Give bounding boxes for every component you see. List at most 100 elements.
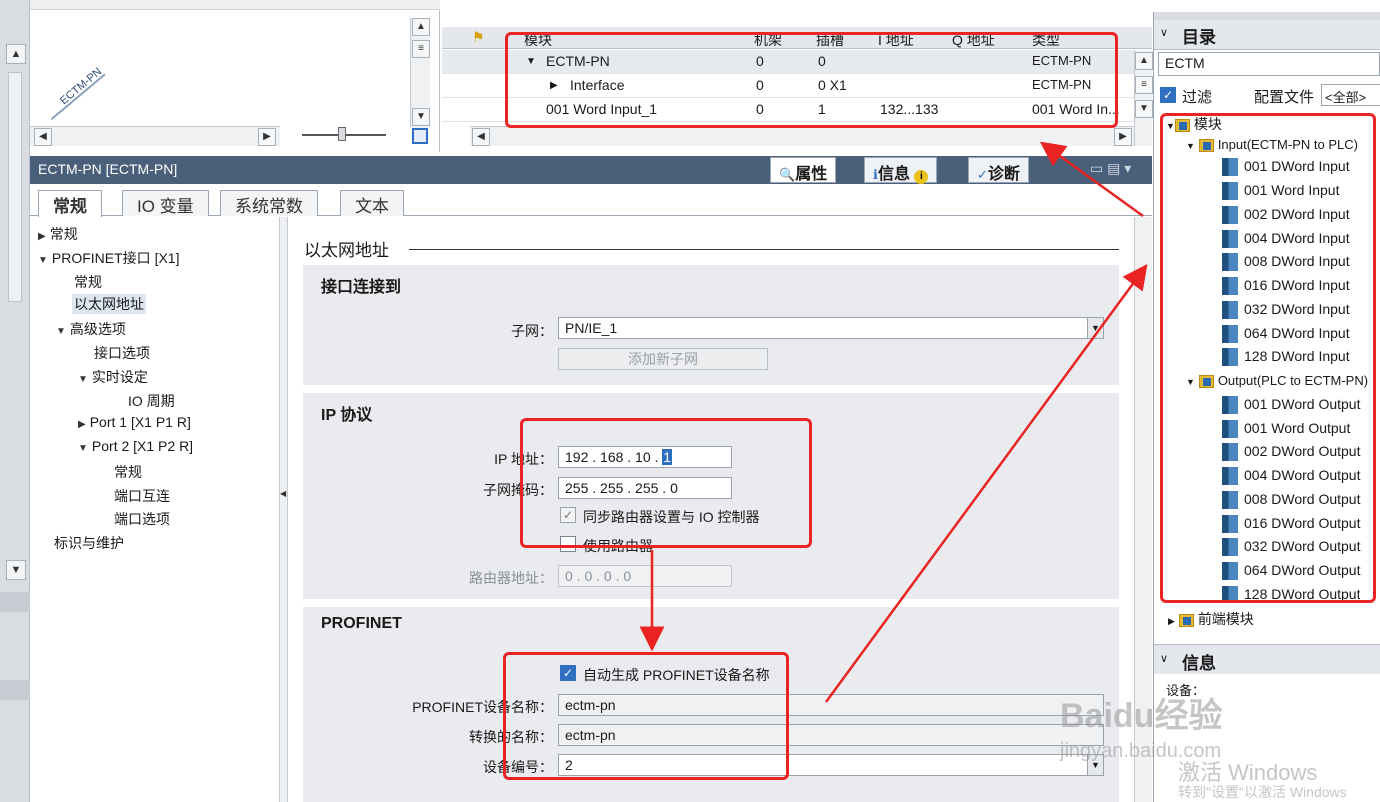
chevron-right-icon[interactable]: ▶ [1114, 128, 1132, 146]
overview-navigation-icon[interactable] [412, 128, 428, 144]
column-header[interactable]: 模块 [524, 30, 552, 50]
caret-down-icon[interactable]: ▼ [78, 443, 88, 454]
expand-icon[interactable]: ▼ [526, 56, 536, 67]
catalog-module-item[interactable]: 001 Word Output [1222, 420, 1350, 439]
collapse-arrow-icon[interactable]: ◀ [280, 489, 286, 503]
table-vscroll[interactable]: ▲ ≡ ▼ [1134, 50, 1153, 146]
expand-icon[interactable]: ▶ [550, 80, 558, 91]
catalog-module-item[interactable]: 002 DWord Input [1222, 206, 1350, 225]
catalog-search-input[interactable]: ECTM [1158, 52, 1380, 76]
nav-item[interactable]: 常规 [114, 462, 142, 482]
catalog-module-item[interactable]: 032 DWord Input [1222, 301, 1350, 320]
column-header[interactable]: 插槽 [816, 30, 844, 50]
caret-down-icon[interactable]: ▼ [38, 255, 48, 266]
tab-system-constants[interactable]: 系统常数 [220, 190, 318, 216]
tab-io-tags[interactable]: IO 变量 [122, 190, 209, 216]
nav-item[interactable]: 接口选项 [94, 343, 150, 363]
catalog-module-item[interactable]: 008 DWord Output [1222, 491, 1360, 510]
nav-item[interactable]: IO 周期 [128, 391, 175, 411]
catalog-module-item[interactable]: 032 DWord Output [1222, 538, 1360, 557]
caret-down-icon[interactable]: ▼ [56, 326, 66, 337]
column-header[interactable]: Q 地址 [952, 30, 995, 50]
table-row[interactable]: ▶ Interface 0 0 X1 ECTM-PN [442, 74, 1134, 98]
caret-down-icon[interactable]: ▼ [78, 374, 88, 385]
catalog-module-item[interactable]: 064 DWord Output [1222, 562, 1360, 581]
list-icon[interactable]: ≡ [412, 40, 430, 58]
tree-item-output-folder[interactable]: ▼ Output(PLC to ECTM-PN) [1186, 372, 1368, 388]
tab-properties[interactable]: 🔍属性 [770, 157, 837, 183]
filter-checkbox[interactable]: ✓ [1160, 87, 1176, 103]
nav-item[interactable]: 端口互连 [114, 486, 170, 506]
caret-down-icon[interactable]: ▼ [1186, 141, 1195, 151]
catalog-module-item[interactable]: 128 DWord Output [1222, 586, 1360, 600]
subnet-mask-input[interactable]: 255 . 255 . 255 . 0 [558, 477, 732, 499]
use-router-checkbox[interactable] [560, 536, 576, 552]
catalog-module-item[interactable]: 001 Word Input [1222, 182, 1339, 201]
add-subnet-button[interactable]: 添加新子网 [558, 348, 768, 370]
chevron-down-icon[interactable]: ∨ [1160, 26, 1168, 39]
caret-down-icon[interactable]: ▼ [1186, 377, 1195, 387]
catalog-module-item[interactable]: 008 DWord Input [1222, 253, 1350, 272]
nav-item-ethernet-address[interactable]: 以太网地址 [72, 294, 146, 314]
caret-right-icon[interactable]: ▶ [78, 419, 86, 430]
catalog-module-item[interactable]: 002 DWord Output [1222, 443, 1360, 462]
catalog-module-item[interactable]: 064 DWord Input [1222, 325, 1350, 344]
list-icon[interactable]: ≡ [1135, 76, 1153, 94]
nav-item[interactable]: ▶ Port 1 [X1 P1 R] [78, 414, 191, 430]
chevron-down-icon[interactable]: ▼ [1135, 100, 1153, 118]
chevron-up-icon[interactable]: ▲ [412, 18, 430, 36]
caret-down-icon[interactable]: ▼ [1166, 121, 1175, 131]
subnet-select[interactable]: PN/IE_1 ▼ [558, 317, 1104, 339]
chevron-right-icon[interactable]: ▶ [258, 128, 276, 146]
tree-item-front-modules[interactable]: ▶ 前端模块 [1168, 609, 1254, 629]
nav-item[interactable]: ▶ 常规 [38, 224, 78, 244]
zoom-slider-handle[interactable] [338, 127, 346, 141]
chevron-down-icon[interactable]: ▼ [412, 108, 430, 126]
chevron-up-icon[interactable]: ▲ [1135, 52, 1153, 70]
nav-item[interactable]: 端口选项 [114, 509, 170, 529]
canvas-hscroll[interactable]: ◀ ▶ [30, 126, 280, 146]
nav-item[interactable]: 标识与维护 [54, 533, 124, 553]
scroll-up-button[interactable]: ▲ [6, 44, 26, 64]
column-header[interactable]: 类型 [1032, 30, 1060, 50]
scrollbar-thumb[interactable] [8, 72, 22, 302]
column-header[interactable]: I 地址 [878, 30, 914, 50]
tab-info[interactable]: ℹ信息 i [864, 157, 938, 184]
tab-diagnostics[interactable]: ✓诊断 [968, 157, 1029, 183]
tab-texts[interactable]: 文本 [340, 190, 404, 216]
chevron-down-icon[interactable]: ▼ [1087, 318, 1103, 338]
catalog-module-item[interactable]: 004 DWord Output [1222, 467, 1360, 486]
scroll-down-button[interactable]: ▼ [6, 560, 26, 580]
tab-general[interactable]: 常规 [38, 190, 102, 217]
converted-name-input[interactable]: ectm-pn [558, 724, 1104, 746]
table-row[interactable]: 001 Word Input_1 0 1 132...133 001 Word … [442, 98, 1134, 122]
catalog-module-item[interactable]: 001 DWord Output [1222, 396, 1360, 415]
catalog-module-item[interactable]: 016 DWord Output [1222, 515, 1360, 534]
nav-item[interactable]: ▼ 实时设定 [78, 367, 148, 387]
nav-item[interactable]: ▼ Port 2 [X1 P2 R] [78, 438, 193, 454]
caret-right-icon[interactable]: ▶ [38, 231, 46, 242]
window-menu-icon[interactable]: ▭ ▤ ▾ [1090, 160, 1131, 177]
router-address-input[interactable]: 0 . 0 . 0 . 0 [558, 565, 732, 587]
device-name-input[interactable]: ectm-pn [558, 694, 1104, 716]
chevron-down-icon[interactable]: ∨ [1160, 652, 1168, 665]
catalog-module-item[interactable]: 128 DWord Input [1222, 348, 1350, 367]
nav-item[interactable]: ▼ PROFINET接口 [X1] [38, 248, 179, 268]
table-hscroll[interactable]: ◀ ▶ [470, 126, 1134, 146]
catalog-module-item[interactable]: 016 DWord Input [1222, 277, 1350, 296]
nav-item[interactable]: ▼ 高级选项 [56, 319, 126, 339]
nav-item[interactable]: 常规 [74, 272, 102, 292]
auto-generate-name-checkbox[interactable]: ✓ [560, 665, 576, 681]
tree-item-modules[interactable]: ▼ 模块 [1166, 114, 1222, 134]
connection-icon[interactable]: ⚑ [472, 29, 485, 46]
chevron-left-icon[interactable]: ◀ [34, 128, 52, 146]
profile-select[interactable]: <全部> [1321, 84, 1380, 106]
device-number-select[interactable]: 2 ▼ [558, 754, 1104, 776]
table-row[interactable]: ▼ ECTM-PN 0 0 ECTM-PN [442, 50, 1134, 74]
caret-right-icon[interactable]: ▶ [1168, 616, 1175, 626]
sync-router-checkbox[interactable]: ✓ [560, 507, 576, 523]
catalog-module-item[interactable]: 004 DWord Input [1222, 230, 1350, 249]
splitter-handle[interactable]: ◀ [280, 217, 288, 802]
column-header[interactable]: 机架 [754, 30, 782, 50]
chevron-left-icon[interactable]: ◀ [472, 128, 490, 146]
